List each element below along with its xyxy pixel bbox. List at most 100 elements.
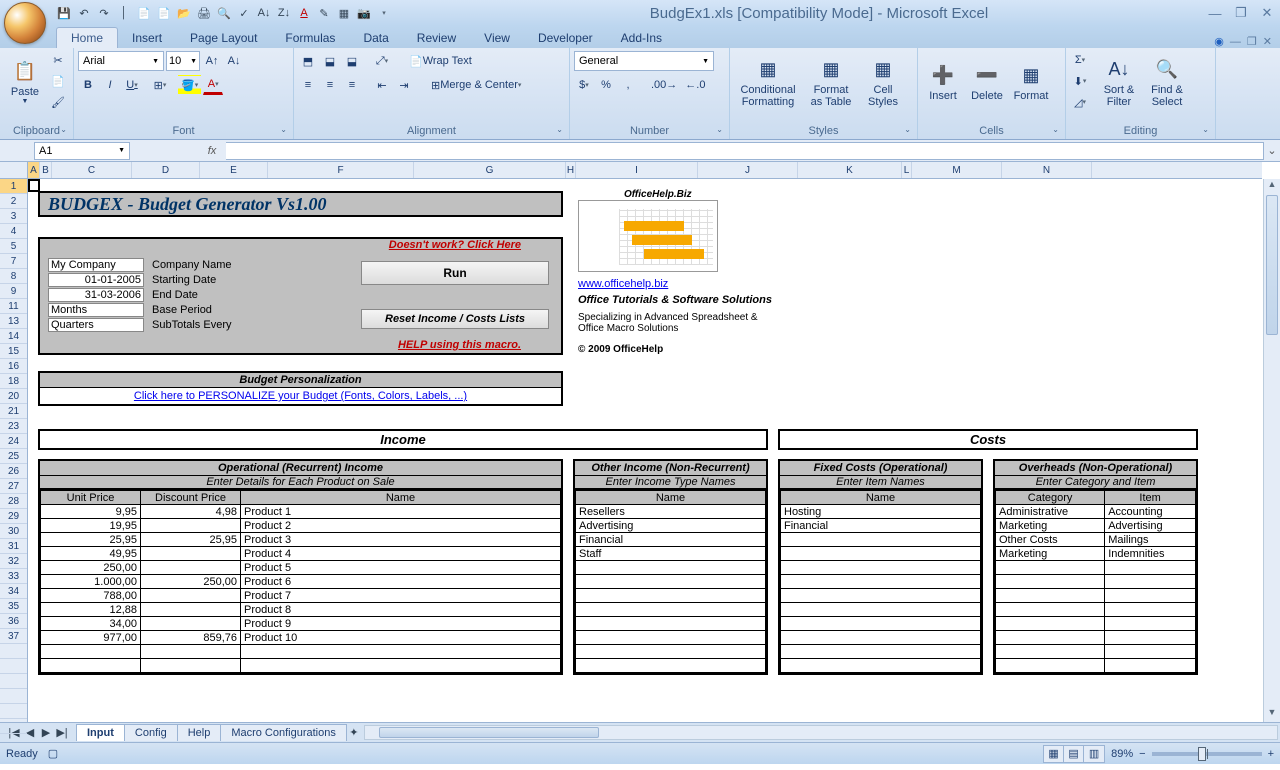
- row-header-35[interactable]: 35: [0, 599, 27, 614]
- page-break-view-icon[interactable]: ▥: [1084, 746, 1104, 762]
- bold-button[interactable]: B: [78, 75, 98, 95]
- sheet-tab-config[interactable]: Config: [124, 724, 178, 741]
- row-header-5[interactable]: 5: [0, 239, 27, 254]
- align-top-icon[interactable]: ⬒: [298, 51, 318, 71]
- sheet-tab-help[interactable]: Help: [177, 724, 222, 741]
- col-header-A[interactable]: A: [28, 162, 40, 178]
- row-header-18[interactable]: 18: [0, 374, 27, 389]
- row-header-1[interactable]: 1: [0, 179, 27, 194]
- currency-icon[interactable]: $: [574, 75, 594, 95]
- scroll-thumb-v[interactable]: [1266, 195, 1278, 335]
- row-header-3[interactable]: 3: [0, 209, 27, 224]
- tab-review[interactable]: Review: [403, 28, 470, 48]
- row-header-14[interactable]: 14: [0, 329, 27, 344]
- row-header-20[interactable]: 20: [0, 389, 27, 404]
- end-date-input[interactable]: 31-03-2006: [48, 288, 144, 302]
- percent-icon[interactable]: %: [596, 75, 616, 95]
- row-header-2[interactable]: 2: [0, 194, 27, 209]
- copy-icon[interactable]: 📄: [136, 5, 152, 21]
- row-header-37[interactable]: 37: [0, 629, 27, 644]
- number-format-combo[interactable]: General▼: [574, 51, 714, 71]
- tab-last-icon[interactable]: ▶|: [54, 725, 70, 741]
- row-header-21[interactable]: 21: [0, 404, 27, 419]
- italic-button[interactable]: I: [100, 75, 120, 95]
- qat-more-icon[interactable]: [376, 5, 392, 21]
- officehelp-link[interactable]: www.officehelp.biz: [578, 278, 668, 290]
- tab-home[interactable]: Home: [56, 27, 118, 48]
- col-header-N[interactable]: N: [1002, 162, 1092, 178]
- tab-developer[interactable]: Developer: [524, 28, 607, 48]
- row-header-28[interactable]: 28: [0, 494, 27, 509]
- tab-page-layout[interactable]: Page Layout: [176, 28, 271, 48]
- preview-icon[interactable]: 🔍: [216, 5, 232, 21]
- row-header-36[interactable]: 36: [0, 614, 27, 629]
- col-header-F[interactable]: F: [268, 162, 414, 178]
- tab-next-icon[interactable]: ▶: [38, 725, 54, 741]
- font-color-icon[interactable]: A: [296, 5, 312, 21]
- zoom-knob[interactable]: [1198, 747, 1206, 761]
- copy-button-icon[interactable]: 📄: [48, 71, 68, 91]
- row-header-13[interactable]: 13: [0, 314, 27, 329]
- paste-button[interactable]: 📋Paste▼: [4, 50, 46, 116]
- conditional-formatting-button[interactable]: ▦Conditional Formatting: [734, 50, 802, 116]
- select-all-box[interactable]: [0, 162, 27, 179]
- row-header-16[interactable]: 16: [0, 359, 27, 374]
- row-header-32[interactable]: 32: [0, 554, 27, 569]
- find-select-button[interactable]: 🔍Find & Select: [1144, 50, 1190, 116]
- align-bottom-icon[interactable]: ⬓: [342, 51, 362, 71]
- col-header-G[interactable]: G: [414, 162, 566, 178]
- increase-decimal-icon[interactable]: .00→: [648, 75, 680, 95]
- col-header-K[interactable]: K: [798, 162, 902, 178]
- reset-button[interactable]: Reset Income / Costs Lists: [361, 309, 549, 329]
- help-icon[interactable]: ◉: [1214, 35, 1224, 48]
- col-header-M[interactable]: M: [912, 162, 1002, 178]
- fx-button[interactable]: fx: [202, 142, 222, 160]
- redo-icon[interactable]: ↷: [96, 5, 112, 21]
- company-input[interactable]: My Company: [48, 258, 144, 272]
- page-layout-view-icon[interactable]: ▤: [1064, 746, 1084, 762]
- minimize-icon[interactable]: —: [1206, 6, 1224, 20]
- tab-addins[interactable]: Add-Ins: [607, 28, 676, 48]
- row-header-23[interactable]: 23: [0, 419, 27, 434]
- cell-styles-button[interactable]: ▦Cell Styles: [860, 50, 906, 116]
- clear-icon[interactable]: ◿: [1070, 92, 1090, 112]
- col-header-B[interactable]: B: [40, 162, 52, 178]
- insert-cells-button[interactable]: ➕Insert: [922, 50, 964, 116]
- row-header-30[interactable]: 30: [0, 524, 27, 539]
- horizontal-scrollbar[interactable]: [364, 725, 1278, 740]
- open-icon[interactable]: 📂: [176, 5, 192, 21]
- sort-asc-icon[interactable]: A↓: [256, 5, 272, 21]
- restore-icon[interactable]: ❐: [1232, 6, 1250, 20]
- print-icon[interactable]: 🖨: [196, 5, 212, 21]
- tab-data[interactable]: Data: [349, 28, 402, 48]
- decrease-decimal-icon[interactable]: ←.0: [682, 75, 708, 95]
- autosum-icon[interactable]: Σ: [1070, 50, 1090, 70]
- col-header-I[interactable]: I: [576, 162, 698, 178]
- row-header-27[interactable]: 27: [0, 479, 27, 494]
- undo-icon[interactable]: ↶: [76, 5, 92, 21]
- font-color-button-icon[interactable]: A: [203, 75, 223, 95]
- doc-close-icon[interactable]: ✕: [1263, 35, 1272, 48]
- row-header-24[interactable]: 24: [0, 434, 27, 449]
- wrap-text-button[interactable]: 📄 Wrap Text: [406, 51, 475, 71]
- col-header-D[interactable]: D: [132, 162, 200, 178]
- border-icon[interactable]: ⊞: [150, 75, 170, 95]
- col-header-C[interactable]: C: [52, 162, 132, 178]
- fill-icon[interactable]: ⬇: [1070, 71, 1090, 91]
- save-icon[interactable]: 💾: [56, 5, 72, 21]
- merge-center-button[interactable]: ⊞ Merge & Center: [428, 75, 524, 95]
- row-header-26[interactable]: 26: [0, 464, 27, 479]
- start-date-input[interactable]: 01-01-2005: [48, 273, 144, 287]
- formula-input[interactable]: [226, 142, 1264, 160]
- zoom-slider[interactable]: [1152, 752, 1262, 756]
- new-icon[interactable]: 📄: [156, 5, 172, 21]
- align-middle-icon[interactable]: ⬓: [320, 51, 340, 71]
- row-header-4[interactable]: 4: [0, 224, 27, 239]
- help-macro-link[interactable]: HELP using this macro.: [398, 339, 521, 351]
- format-cells-button[interactable]: ▦Format: [1010, 50, 1052, 116]
- base-period-input[interactable]: Months: [48, 303, 144, 317]
- spell-icon[interactable]: ✓: [236, 5, 252, 21]
- sheet-grid[interactable]: 1234578911131415161820212324252627282930…: [0, 162, 1280, 722]
- align-left-icon[interactable]: ≡: [298, 75, 318, 95]
- doesnt-work-link[interactable]: Doesn't work? Click Here: [389, 239, 521, 251]
